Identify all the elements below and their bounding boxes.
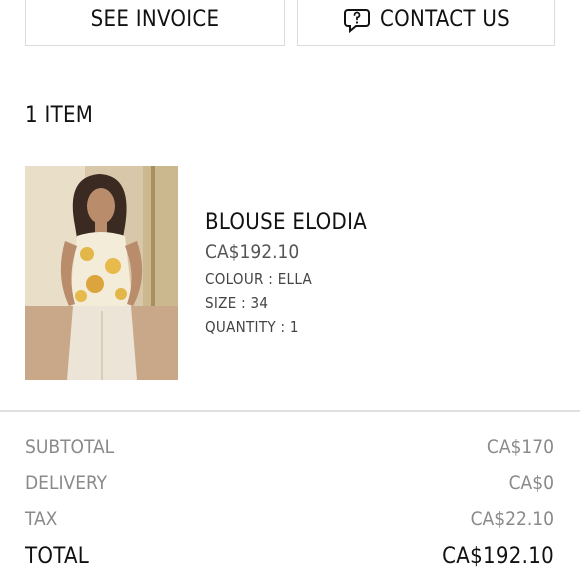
chat-question-icon (342, 4, 372, 34)
section-divider (0, 410, 580, 412)
contact-us-button[interactable]: CONTACT US (297, 0, 555, 46)
see-invoice-label: SEE INVOICE (90, 6, 220, 32)
delivery-row: DELIVERY CA$0 (25, 472, 554, 494)
delivery-value: CA$0 (508, 472, 554, 494)
product-quantity: QUANTITY : 1 (205, 318, 299, 336)
total-row: TOTAL CA$192.10 (25, 544, 554, 569)
subtotal-value: CA$170 (486, 436, 554, 458)
subtotal-label: SUBTOTAL (25, 436, 115, 458)
see-invoice-button[interactable]: SEE INVOICE (25, 0, 285, 46)
product-image[interactable] (25, 166, 178, 380)
product-price: CA$192.10 (205, 241, 300, 263)
product-details: BLOUSE ELODIA CA$192.10 COLOUR : ELLA SI… (205, 210, 367, 336)
subtotal-row: SUBTOTAL CA$170 (25, 436, 554, 458)
delivery-label: DELIVERY (25, 472, 108, 494)
product-name[interactable]: BLOUSE ELODIA (205, 210, 367, 235)
contact-us-label: CONTACT US (380, 6, 510, 32)
tax-label: TAX (25, 508, 58, 530)
tax-row: TAX CA$22.10 (25, 508, 554, 530)
total-value: CA$192.10 (442, 544, 554, 569)
tax-value: CA$22.10 (470, 508, 554, 530)
total-label: TOTAL (25, 544, 90, 569)
product-colour: COLOUR : ELLA (205, 270, 313, 288)
product-size: SIZE : 34 (205, 294, 269, 312)
items-count-title: 1 ITEM (25, 103, 94, 128)
